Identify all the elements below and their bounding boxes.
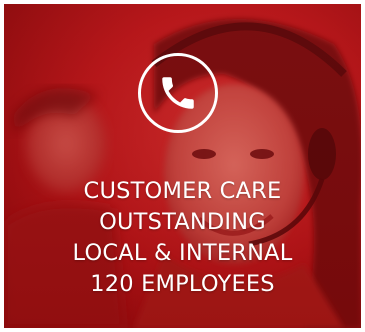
phone-icon bbox=[138, 53, 218, 133]
caption-line-3: LOCAL & INTERNAL bbox=[72, 240, 293, 266]
phone-glyph bbox=[162, 77, 194, 109]
caption-line-2: OUTSTANDING bbox=[99, 209, 266, 235]
customer-care-card: CUSTOMER CARE OUTSTANDING LOCAL & INTERN… bbox=[4, 4, 361, 328]
caption-line-1: CUSTOMER CARE bbox=[83, 178, 282, 204]
caption-line-4: 120 EMPLOYEES bbox=[90, 271, 275, 297]
caption: CUSTOMER CARE OUTSTANDING LOCAL & INTERN… bbox=[4, 176, 361, 300]
